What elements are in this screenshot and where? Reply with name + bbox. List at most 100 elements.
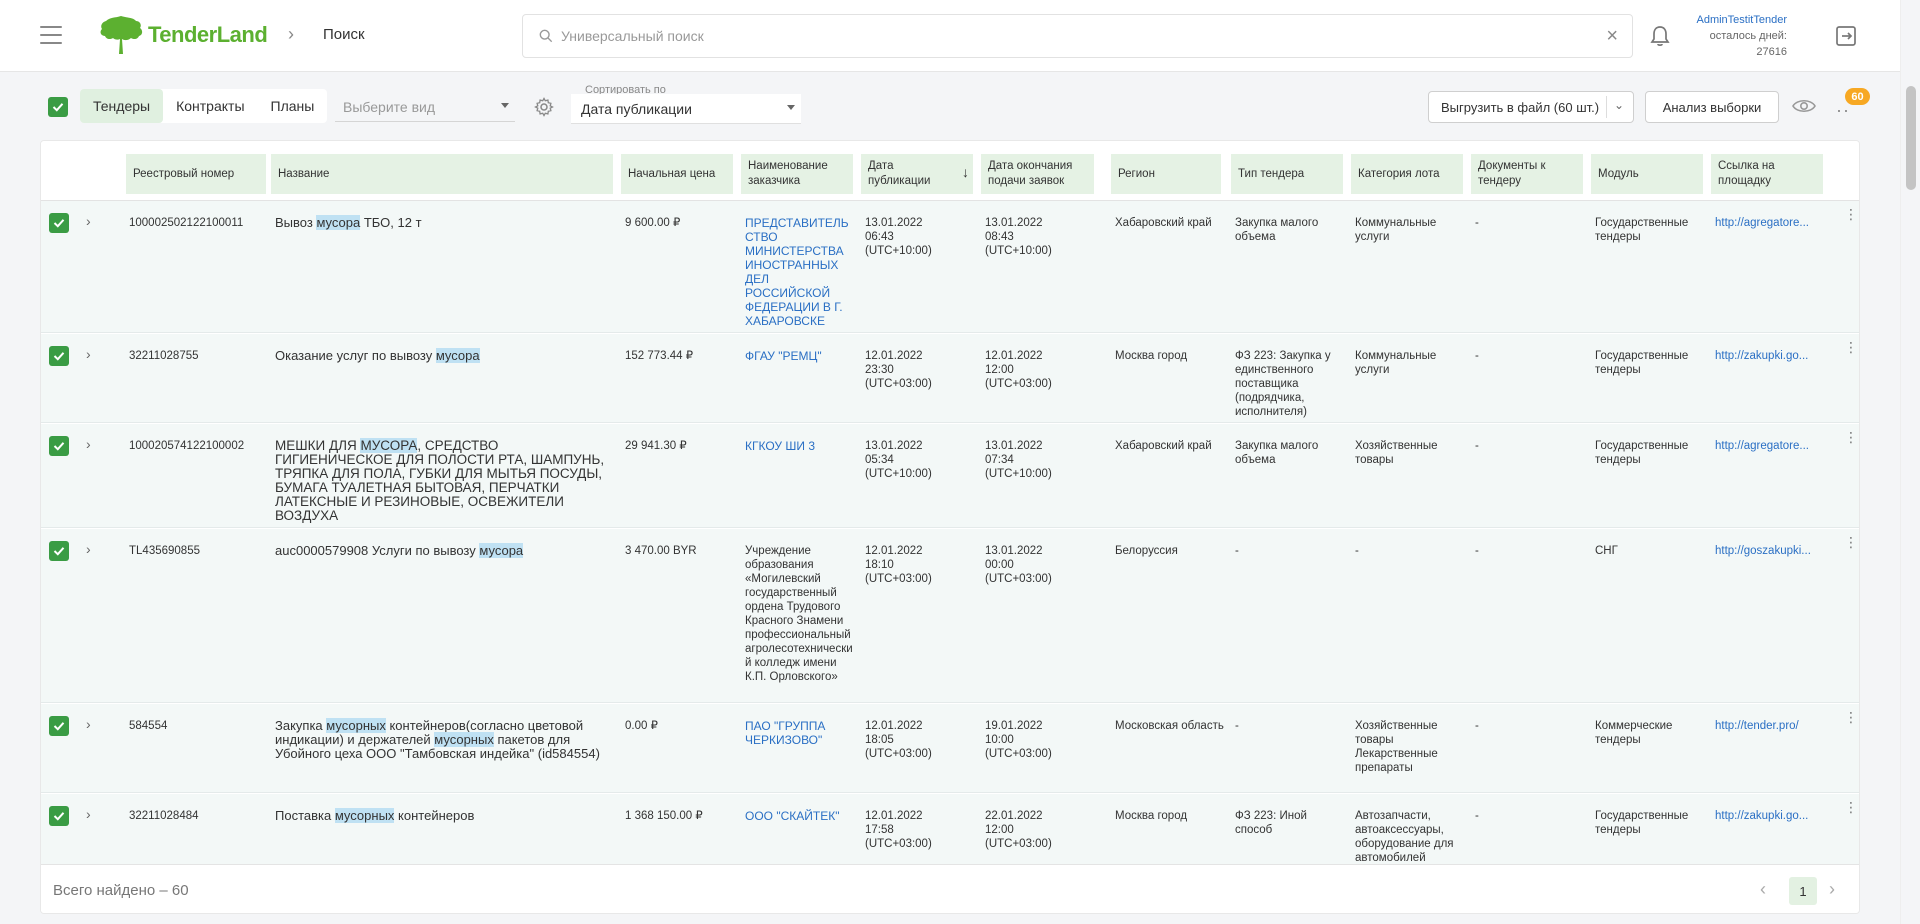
expand-chevron-icon[interactable]: › [86, 213, 91, 229]
tender-name[interactable]: Закупка мусорных контейнеров(согласно цв… [275, 718, 605, 761]
table-row[interactable]: › 584554 Закупка мусорных контейнеров(согл… [41, 704, 1859, 793]
kebab-icon[interactable]: ⋮ [1844, 710, 1858, 724]
platform-link[interactable]: http://agregatore... [1715, 439, 1825, 453]
col-documents[interactable]: Документы к тендеру [1471, 154, 1583, 194]
export-button[interactable]: Выгрузить в файл (60 шт.) ⌄ [1428, 91, 1634, 123]
col-reg-number[interactable]: Реестровый номер [126, 154, 266, 194]
row-checkbox[interactable] [49, 716, 69, 736]
expand-chevron-icon[interactable]: › [86, 436, 91, 452]
col-lot-category[interactable]: Категория лота [1351, 154, 1463, 194]
tender-type: - [1235, 545, 1239, 557]
view-select[interactable]: Выберите вид [335, 92, 515, 122]
col-region[interactable]: Регион [1111, 154, 1221, 194]
logout-icon[interactable] [1834, 24, 1858, 48]
sort-arrow-icon[interactable]: ↓ [962, 165, 969, 180]
tender-name[interactable]: Поставка мусорных контейнеров [275, 808, 605, 823]
table-body: › 100002502122100011 Вывоз мусора ТБО, 12 … [41, 201, 1859, 864]
expand-chevron-icon[interactable]: › [86, 346, 91, 362]
export-label: Выгрузить в файл (60 шт.) [1441, 99, 1600, 115]
bell-icon[interactable] [1648, 24, 1672, 48]
col-end-date[interactable]: Дата окончания подачи заявок [981, 154, 1094, 194]
col-tender-type[interactable]: Тип тендера [1231, 154, 1343, 194]
customer-name[interactable]: ФГАУ "РЕМЦ" [745, 349, 855, 363]
table-row[interactable]: › 32211028484 Поставка мусорных контейнеро… [41, 794, 1859, 864]
sort-select[interactable]: Дата публикации [571, 94, 801, 124]
close-icon[interactable]: × [1606, 25, 1618, 48]
user-info[interactable]: AdminTestitTender осталось дней: 27616 [1697, 12, 1788, 60]
col-link[interactable]: Ссылка на площадку [1711, 154, 1823, 194]
expand-chevron-icon[interactable]: › [86, 541, 91, 557]
col-name[interactable]: Название [271, 154, 613, 194]
search-highlight: МУСОРА [360, 438, 418, 453]
table-row[interactable]: › TL435690855 auc0000579908 Услуги по выво… [41, 529, 1859, 703]
col-price[interactable]: Начальная цена [621, 154, 733, 194]
platform-link[interactable]: http://tender.pro/ [1715, 719, 1825, 733]
prev-page-icon[interactable]: ‹ [1760, 879, 1766, 900]
page-number[interactable]: 1 [1789, 877, 1817, 905]
chevron-down-icon[interactable]: ⌄ [1614, 98, 1624, 112]
search-input[interactable] [561, 28, 1607, 44]
tab-contracts[interactable]: Контракты [163, 89, 257, 123]
region: Белоруссия [1115, 545, 1178, 557]
module: СНГ [1595, 545, 1618, 557]
count-badge: 60 [1845, 88, 1870, 105]
col-pub-date[interactable]: Дата публикации ↓ [861, 154, 973, 194]
kebab-icon[interactable]: ⋮ [1844, 535, 1858, 549]
analysis-button[interactable]: Анализ выборки [1645, 91, 1779, 123]
tender-name[interactable]: Оказание услуг по вывозу мусора [275, 348, 605, 363]
next-page-icon[interactable]: › [1829, 879, 1835, 900]
expand-chevron-icon[interactable]: › [86, 806, 91, 822]
lot-category: Хозяйственные товары Лекарственные препа… [1355, 720, 1438, 774]
tender-type: ФЗ 223: Закупка у единственного поставщи… [1235, 350, 1331, 418]
documents: - [1475, 545, 1479, 557]
col-customer[interactable]: Наименование заказчика [741, 154, 853, 194]
tender-type: ФЗ 223: Иной способ [1235, 810, 1307, 836]
table-row[interactable]: › 100002502122100011 Вывоз мусора ТБО, 12 … [41, 201, 1859, 333]
notifications-more[interactable]: ·· 60 [1836, 88, 1870, 120]
kebab-icon[interactable]: ⋮ [1844, 207, 1858, 221]
deadline-date: 22.01.2022 12:00 (UTC+03:00) [985, 810, 1052, 850]
row-checkbox[interactable] [49, 346, 69, 366]
menu-icon[interactable] [40, 26, 62, 44]
kebab-icon[interactable]: ⋮ [1844, 430, 1858, 444]
tender-name[interactable]: Вывоз мусора ТБО, 12 т [275, 215, 605, 230]
reg-number: 32211028755 [129, 350, 199, 362]
expand-chevron-icon[interactable]: › [86, 716, 91, 732]
publication-date: 12.01.2022 23:30 (UTC+03:00) [865, 350, 932, 390]
kebab-icon[interactable]: ⋮ [1844, 340, 1858, 354]
kebab-icon[interactable]: ⋮ [1844, 800, 1858, 814]
search-bar[interactable]: × [522, 14, 1633, 58]
row-checkbox[interactable] [49, 541, 69, 561]
search-icon [539, 29, 553, 43]
eye-icon[interactable] [1792, 97, 1816, 115]
customer-name[interactable]: ПАО "ГРУППА ЧЕРКИЗОВО" [745, 719, 855, 747]
tender-name[interactable]: МЕШКИ ДЛЯ МУСОРА, СРЕДСТВО ГИГИЕНИЧЕСКОЕ… [275, 438, 605, 523]
region: Москва город [1115, 350, 1188, 362]
deadline-date: 13.01.2022 08:43 (UTC+10:00) [985, 217, 1052, 257]
user-name[interactable]: AdminTestitTender [1697, 12, 1788, 28]
table-header: Реестровый номер Название Начальная цена… [41, 141, 1859, 201]
customer-name[interactable]: ООО "СКАЙТЕК" [745, 809, 855, 823]
tender-name[interactable]: auc0000579908 Услуги по вывозу мусора [275, 543, 605, 558]
tab-plans[interactable]: Планы [258, 89, 328, 123]
row-checkbox[interactable] [49, 213, 69, 233]
customer-name[interactable]: КГКОУ ШИ 3 [745, 439, 855, 453]
documents: - [1475, 350, 1479, 362]
tab-tenders[interactable]: Тендеры [80, 89, 164, 123]
logo[interactable]: TenderLand [98, 14, 268, 56]
platform-link[interactable]: http://zakupki.go... [1715, 809, 1825, 823]
customer-name[interactable]: ПРЕДСТАВИТЕЛЬСТВО МИНИСТЕРСТВА ИНОСТРАНН… [745, 216, 855, 328]
row-checkbox[interactable] [49, 806, 69, 826]
col-module[interactable]: Модуль [1591, 154, 1703, 194]
platform-link[interactable]: http://zakupki.go... [1715, 349, 1825, 363]
table-row[interactable]: › 32211028755 Оказание услуг по вывозу мус… [41, 334, 1859, 423]
vertical-scrollbar[interactable] [1900, 0, 1920, 924]
select-all-checkbox[interactable] [48, 97, 68, 117]
settings-gear-icon[interactable] [534, 97, 554, 117]
scrollbar-thumb[interactable] [1906, 86, 1916, 190]
platform-link[interactable]: http://agregatore... [1715, 216, 1825, 230]
table-row[interactable]: › 100020574122100002 МЕШКИ ДЛЯ МУСОРА, СРЕ… [41, 424, 1859, 528]
row-checkbox[interactable] [49, 436, 69, 456]
module: Государственные тендеры [1595, 440, 1689, 466]
platform-link[interactable]: http://goszakupki... [1715, 544, 1825, 558]
